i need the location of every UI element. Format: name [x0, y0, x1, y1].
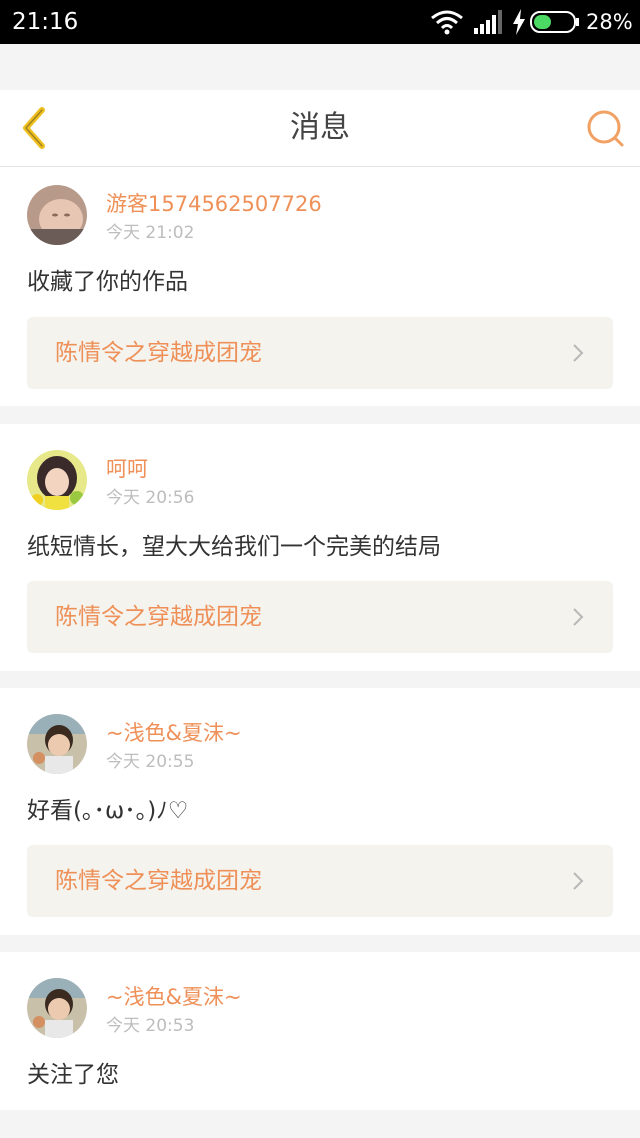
- signal-icon: [474, 10, 502, 34]
- message-text: 纸短情长，望大大给我们一个完美的结局: [27, 534, 441, 560]
- work-link[interactable]: 陈情令之穿越成团宠: [27, 581, 613, 653]
- battery-icon: [530, 11, 579, 33]
- timestamp: 今天 20:53: [106, 1016, 195, 1036]
- avatar[interactable]: [27, 450, 87, 510]
- wifi-icon: [431, 10, 463, 35]
- avatar[interactable]: [27, 185, 87, 245]
- work-link[interactable]: 陈情令之穿越成团宠: [27, 845, 613, 917]
- work-title: 陈情令之穿越成团宠: [55, 340, 262, 366]
- message-card: ~浅色&夏沫~ 今天 20:53 关注了您: [0, 952, 640, 1110]
- username[interactable]: ~浅色&夏沫~: [106, 718, 242, 748]
- status-time: 21:16: [12, 9, 79, 35]
- status-bar: 21:16 28%: [0, 0, 640, 44]
- chevron-left-icon[interactable]: [14, 104, 54, 152]
- chevron-right-icon: [573, 872, 584, 890]
- message-text: 收藏了你的作品: [27, 269, 188, 295]
- avatar[interactable]: [27, 714, 87, 774]
- username[interactable]: 游客1574562507726: [106, 189, 322, 219]
- message-card: 游客1574562507726 今天 21:02 收藏了你的作品 陈情令之穿越成…: [0, 167, 640, 406]
- work-link[interactable]: 陈情令之穿越成团宠: [27, 317, 613, 389]
- chevron-right-icon: [573, 608, 584, 626]
- chevron-right-icon: [573, 344, 584, 362]
- work-title: 陈情令之穿越成团宠: [55, 868, 262, 894]
- timestamp: 今天 21:02: [106, 223, 195, 243]
- message-text: 好看(｡･ω･｡)ﾉ♡: [27, 798, 189, 824]
- message-card: 呵呵 今天 20:56 纸短情长，望大大给我们一个完美的结局 陈情令之穿越成团宠: [0, 424, 640, 671]
- battery-percent: 28%: [586, 10, 633, 34]
- timestamp: 今天 20:55: [106, 752, 195, 772]
- search-icon[interactable]: [584, 106, 628, 150]
- page-title: 消息: [290, 110, 350, 145]
- username[interactable]: ~浅色&夏沫~: [106, 982, 242, 1012]
- username[interactable]: 呵呵: [106, 454, 148, 484]
- message-card: ~浅色&夏沫~ 今天 20:55 好看(｡･ω･｡)ﾉ♡ 陈情令之穿越成团宠: [0, 688, 640, 935]
- avatar[interactable]: [27, 978, 87, 1038]
- message-text: 关注了您: [27, 1062, 119, 1088]
- work-title: 陈情令之穿越成团宠: [55, 604, 262, 630]
- top-navigation-bar: 消息: [0, 90, 640, 167]
- charging-bolt-icon: [513, 9, 525, 35]
- timestamp: 今天 20:56: [106, 488, 195, 508]
